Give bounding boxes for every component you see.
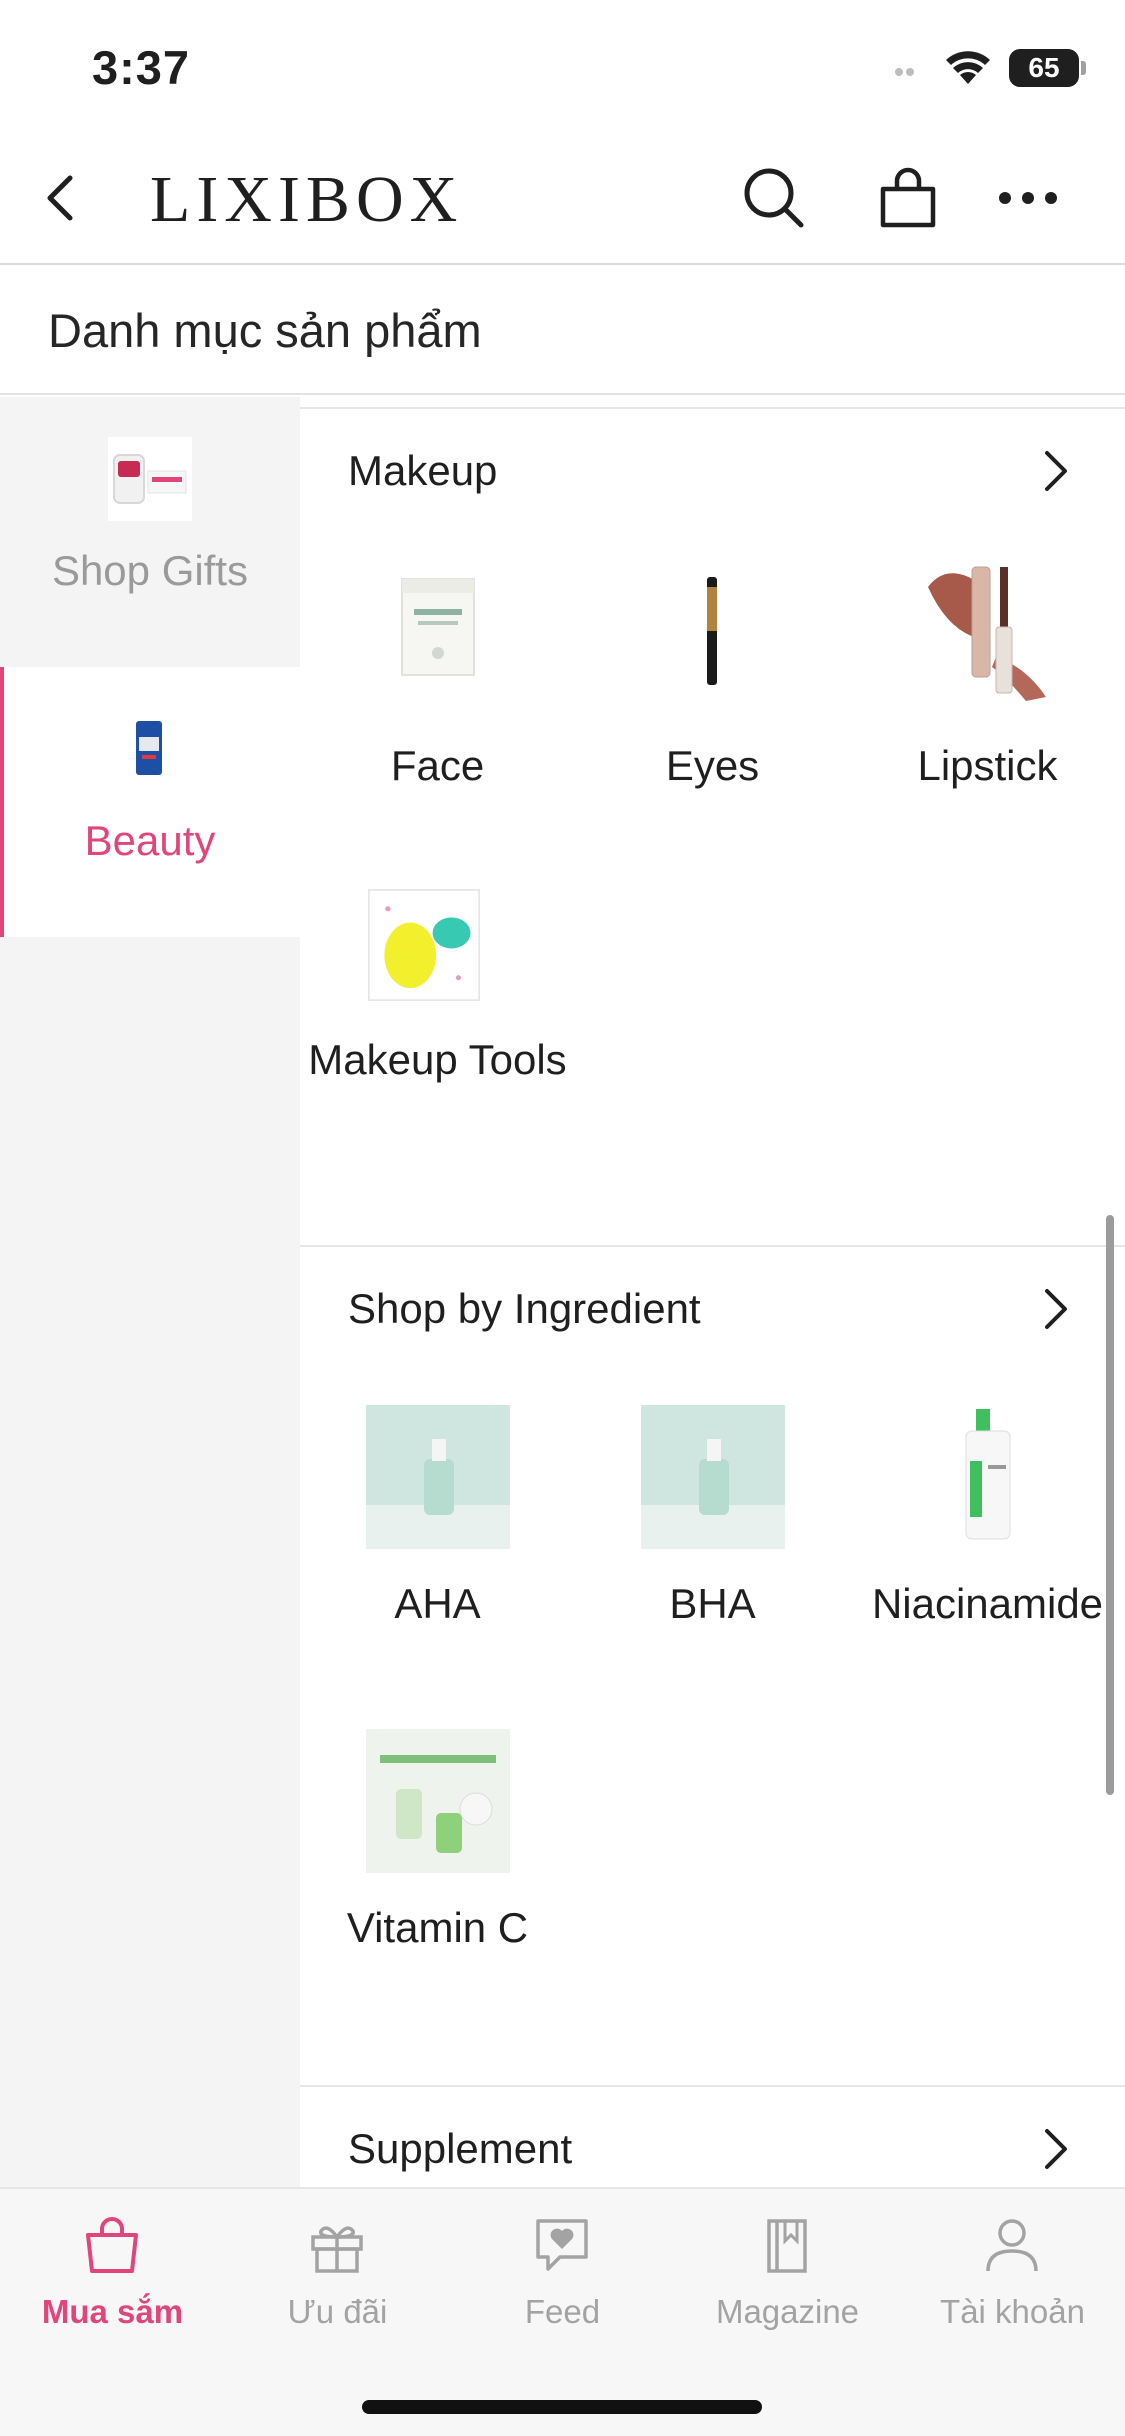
- battery-icon: 65: [1009, 49, 1086, 87]
- scrollbar[interactable]: [1106, 1215, 1114, 1795]
- lipstick-thumbnail: [928, 566, 1046, 701]
- subcategory-niacinamide[interactable]: Niacinamide: [850, 1405, 1125, 1705]
- tab-uu-dai[interactable]: Ưu đãi: [225, 2189, 450, 2359]
- beauty-thumbnail: [136, 721, 162, 775]
- tab-label: Magazine: [715, 2293, 860, 2330]
- search-icon: [744, 168, 804, 228]
- subcategory-face[interactable]: Face: [300, 557, 575, 887]
- user-icon: [986, 2219, 1038, 2272]
- category-shop-by-ingredient: Shop by Ingredient AHA BHA Niacinamide V…: [300, 1245, 1125, 2075]
- book-icon: [767, 2219, 807, 2273]
- back-button[interactable]: [30, 158, 110, 238]
- category-content: Makeup Face Eyes Lipstick Makeup Tools S…: [300, 397, 1125, 2187]
- brand-logo[interactable]: LIXIBOX: [150, 162, 463, 238]
- subcategory-label: Lipstick: [917, 742, 1058, 789]
- subcategory-lipstick[interactable]: Lipstick: [850, 557, 1125, 887]
- home-indicator: [362, 2400, 762, 2414]
- face-thumbnail: [401, 578, 475, 676]
- tab-magazine[interactable]: Magazine: [675, 2189, 900, 2359]
- eyes-thumbnail: [707, 577, 717, 685]
- page-title: Danh mục sản phẩm: [48, 304, 482, 357]
- sidebar-item-shop-gifts[interactable]: Shop Gifts: [0, 397, 300, 667]
- shop-gifts-thumbnail: [108, 437, 192, 521]
- bha-thumbnail: [641, 1405, 785, 1549]
- shopping-bag-icon: [86, 2217, 138, 2273]
- subcategory-bha[interactable]: BHA: [575, 1405, 850, 1705]
- category-supplement: Supplement: [300, 2085, 1125, 2187]
- gift-icon: [311, 2226, 363, 2273]
- subcategory-label: AHA: [394, 1580, 481, 1627]
- subcategory-makeup-tools[interactable]: Makeup Tools: [300, 883, 575, 1213]
- nav-bar: LIXIBOX: [0, 132, 1125, 265]
- search-button[interactable]: [732, 156, 816, 240]
- chat-heart-icon: [536, 2219, 588, 2271]
- bottom-tab-bar: Mua sắm Ưu đãi Feed Magazine Tài khoản: [0, 2187, 1125, 2436]
- chevron-right-icon[interactable]: [1035, 1279, 1075, 1339]
- subcategory-label: Eyes: [665, 742, 760, 789]
- chevron-left-icon: [47, 175, 73, 221]
- cart-button[interactable]: [866, 156, 950, 240]
- chevron-right-icon[interactable]: [1035, 2119, 1075, 2179]
- sidebar-item-label: Beauty: [84, 817, 216, 864]
- shopping-bag-icon: [880, 167, 936, 228]
- divider: [300, 1245, 1125, 1247]
- status-icons: 65: [893, 46, 1086, 90]
- divider: [300, 2085, 1125, 2087]
- status-time: 3:37: [92, 41, 191, 94]
- subcategory-aha[interactable]: AHA: [300, 1405, 575, 1705]
- more-button[interactable]: [986, 156, 1070, 240]
- sidebar-item-label: Shop Gifts: [51, 547, 249, 594]
- category-makeup: Makeup Face Eyes Lipstick Makeup Tools: [300, 407, 1125, 1237]
- tab-label: Feed: [524, 2293, 601, 2330]
- tab-mua-sam[interactable]: Mua sắm: [0, 2189, 225, 2359]
- subcategory-vitamin-c[interactable]: Vitamin C: [300, 1729, 575, 2029]
- category-title[interactable]: Supplement: [348, 2125, 572, 2173]
- wifi-icon: [946, 51, 990, 84]
- chevron-right-icon[interactable]: [1035, 441, 1075, 501]
- tab-feed[interactable]: Feed: [450, 2189, 675, 2359]
- category-title[interactable]: Shop by Ingredient: [348, 1285, 701, 1333]
- signal-icon: [895, 68, 914, 76]
- page-header: Danh mục sản phẩm: [0, 265, 1125, 395]
- tab-label: Tài khoản: [940, 2293, 1085, 2330]
- battery-level: 65: [1028, 52, 1060, 83]
- subcategory-label: Niacinamide: [871, 1580, 1104, 1627]
- subcategory-label: BHA: [669, 1580, 756, 1627]
- sidebar-item-beauty[interactable]: Beauty: [0, 667, 300, 937]
- subcategory-label: Face: [390, 742, 485, 789]
- vitamin-c-thumbnail: [366, 1729, 510, 1873]
- aha-thumbnail: [366, 1405, 510, 1549]
- divider: [300, 407, 1125, 409]
- subcategory-label: Vitamin C: [346, 1904, 529, 1951]
- subcategory-eyes[interactable]: Eyes: [575, 557, 850, 887]
- category-title[interactable]: Makeup: [348, 447, 497, 495]
- subcategory-label: Makeup Tools: [308, 1036, 567, 1083]
- tab-label: Mua sắm: [41, 2293, 184, 2330]
- tab-tai-khoan[interactable]: Tài khoản: [900, 2189, 1125, 2359]
- niacinamide-thumbnail: [965, 1409, 1011, 1540]
- more-dots-icon: [999, 192, 1057, 204]
- makeup-tools-thumbnail: [368, 889, 480, 1001]
- status-bar: 3:37 65: [0, 0, 1125, 132]
- category-sidebar: Shop Gifts Beauty: [0, 397, 300, 2187]
- tab-label: Ưu đãi: [287, 2293, 388, 2330]
